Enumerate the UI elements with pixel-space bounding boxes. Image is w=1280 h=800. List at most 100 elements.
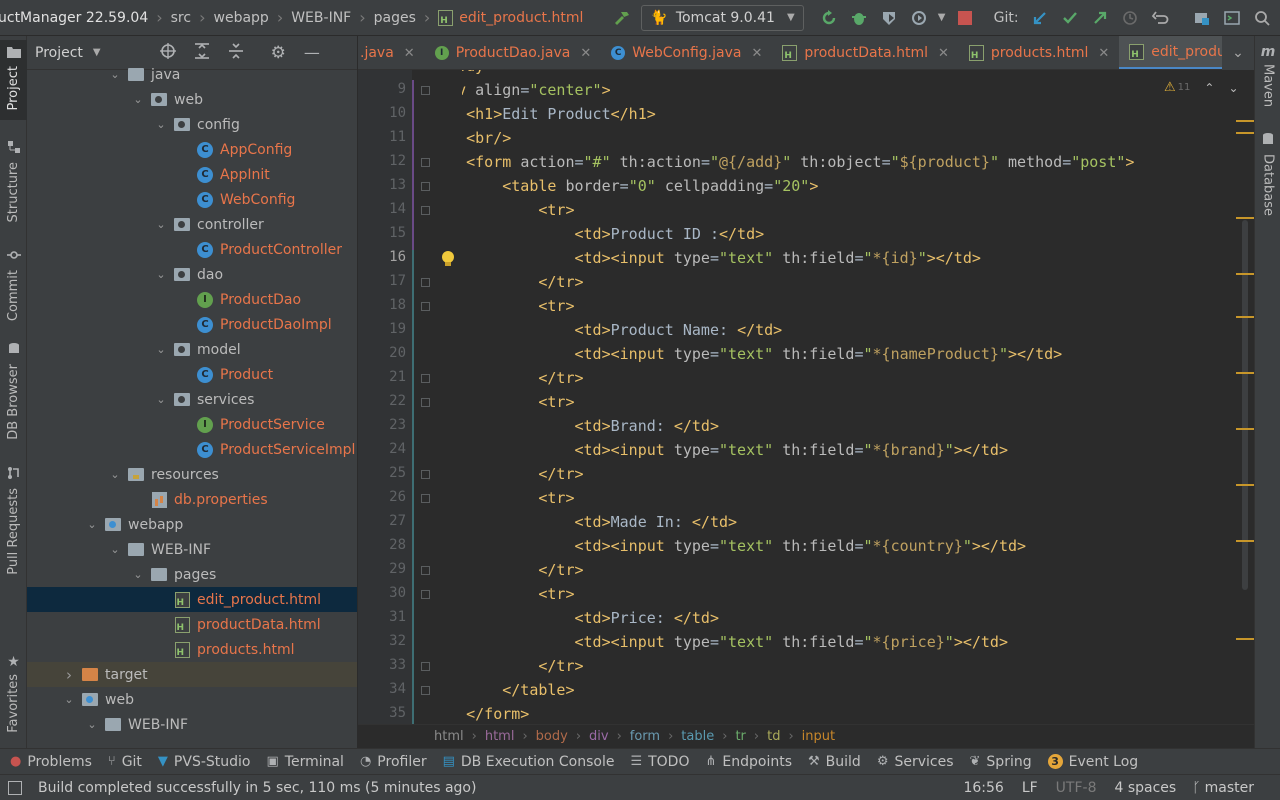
- tree-item[interactable]: ⌄ dao: [27, 262, 357, 287]
- breadcrumb-webapp[interactable]: webapp: [214, 10, 269, 26]
- chevron-down-icon[interactable]: ⌄: [154, 218, 168, 231]
- editor-tab[interactable]: HproductData.html ✕: [772, 36, 959, 69]
- chevron-down-icon[interactable]: ⌄: [85, 718, 99, 731]
- stripe-mark[interactable]: [1236, 132, 1254, 134]
- tool-window-button[interactable]: ⚙ Services: [867, 754, 960, 770]
- tree-item[interactable]: ⌄ webapp: [27, 512, 357, 537]
- fold-marker-icon[interactable]: [421, 302, 430, 311]
- tree-item[interactable]: I ProductService: [27, 412, 357, 437]
- fold-marker-icon[interactable]: [421, 206, 430, 215]
- editor-tab[interactable]: Hproducts.html ✕: [959, 36, 1119, 69]
- run-config-selector[interactable]: 🐈 Tomcat 9.0.41 ▼: [641, 4, 804, 31]
- hide-panel-icon[interactable]: —: [304, 43, 320, 62]
- chevron-down-icon[interactable]: ⌄: [154, 118, 168, 131]
- chevron-down-icon[interactable]: ⌄: [154, 343, 168, 356]
- git-commit-icon[interactable]: [1055, 3, 1085, 33]
- terminal-icon[interactable]: [1217, 3, 1247, 33]
- warning-indicator[interactable]: ⚠ 11 ⌃ ⌄: [1164, 80, 1239, 95]
- tree-item[interactable]: ⌄ web: [27, 87, 357, 112]
- tool-window-button[interactable]: ⑂ Git: [98, 754, 148, 770]
- stripe-mark[interactable]: [1236, 273, 1254, 275]
- tree-item[interactable]: I ProductDao: [27, 287, 357, 312]
- status-message[interactable]: Build completed successfully in 5 sec, 1…: [38, 780, 476, 796]
- fold-marker-icon[interactable]: [421, 566, 430, 575]
- fold-marker-icon[interactable]: [421, 278, 430, 287]
- chevron-down-icon[interactable]: ▼: [934, 3, 950, 33]
- chevron-up-icon[interactable]: ⌃: [1204, 81, 1214, 95]
- git-branch[interactable]: master: [1205, 780, 1254, 796]
- chevron-down-icon[interactable]: ⌄: [154, 393, 168, 406]
- close-icon[interactable]: ✕: [1098, 46, 1109, 61]
- close-icon[interactable]: ✕: [938, 46, 949, 61]
- tree-item[interactable]: ⌄ controller: [27, 212, 357, 237]
- fold-marker-icon[interactable]: [421, 86, 430, 95]
- debug-icon[interactable]: [844, 3, 874, 33]
- tree-item[interactable]: C ProductController: [27, 237, 357, 262]
- tree-item[interactable]: C ProductDaoImpl: [27, 312, 357, 337]
- fold-marker-icon[interactable]: [421, 158, 430, 167]
- tool-window-button[interactable]: ❦ Spring: [960, 754, 1038, 770]
- tag-breadcrumb-item[interactable]: html: [485, 729, 515, 744]
- tree-item[interactable]: C AppInit: [27, 162, 357, 187]
- gear-icon[interactable]: ⚙: [271, 43, 286, 63]
- tool-window-button[interactable]: ⚒ Build: [798, 754, 867, 770]
- indent-setting[interactable]: 4 spaces: [1114, 780, 1176, 796]
- tool-tab-commit[interactable]: Commit: [0, 244, 27, 321]
- stripe-mark[interactable]: [1236, 540, 1254, 542]
- fold-marker-icon[interactable]: [421, 662, 430, 671]
- fold-marker-icon[interactable]: [421, 590, 430, 599]
- file-encoding[interactable]: UTF-8: [1056, 780, 1097, 796]
- fold-marker-icon[interactable]: [421, 374, 430, 383]
- collapse-all-icon[interactable]: [227, 42, 245, 64]
- tree-item[interactable]: ⌄ resources: [27, 462, 357, 487]
- tool-tab-maven[interactable]: m Maven: [1255, 44, 1280, 107]
- tree-item[interactable]: C AppConfig: [27, 137, 357, 162]
- tool-tab-pull-requests[interactable]: Pull Requests: [0, 462, 27, 578]
- tree-item[interactable]: ⌄ WEB-INF: [27, 712, 357, 737]
- tree-item[interactable]: C WebConfig: [27, 187, 357, 212]
- tree-item[interactable]: ⌄ services: [27, 387, 357, 412]
- tag-breadcrumb-item[interactable]: body: [536, 729, 568, 744]
- rerun-icon[interactable]: [814, 3, 844, 33]
- tag-breadcrumb-item[interactable]: td: [767, 729, 780, 744]
- expand-all-icon[interactable]: [193, 42, 211, 64]
- tool-window-button[interactable]: ⋔ Endpoints: [695, 754, 798, 770]
- chevron-down-icon[interactable]: ⌄: [131, 568, 145, 581]
- stripe-mark[interactable]: [1236, 316, 1254, 318]
- tree-item[interactable]: ⌄ model: [27, 337, 357, 362]
- git-push-icon[interactable]: [1085, 3, 1115, 33]
- stripe-mark[interactable]: [1236, 120, 1254, 122]
- tool-tab-structure[interactable]: Structure: [0, 136, 27, 226]
- breadcrumb-current-file[interactable]: edit_product.html: [459, 10, 583, 26]
- tool-window-button[interactable]: ☰ TODO: [620, 754, 695, 770]
- close-icon[interactable]: ✕: [580, 46, 591, 61]
- stop-icon[interactable]: [950, 3, 980, 33]
- chevron-down-icon[interactable]: ⌄: [62, 693, 76, 706]
- search-icon[interactable]: [1247, 3, 1277, 33]
- fold-marker-icon[interactable]: [421, 494, 430, 503]
- tree-item[interactable]: C Product: [27, 362, 357, 387]
- tree-item[interactable]: › target: [27, 662, 357, 687]
- coverage-icon[interactable]: [874, 3, 904, 33]
- tag-breadcrumb-item[interactable]: table: [681, 729, 714, 744]
- chevron-down-icon[interactable]: ⌄: [85, 518, 99, 531]
- rollback-icon[interactable]: [1145, 3, 1175, 33]
- bulb-icon[interactable]: [440, 250, 458, 268]
- chevron-down-icon[interactable]: ⌄: [108, 68, 122, 81]
- fold-marker-icon[interactable]: [421, 398, 430, 407]
- tag-breadcrumb-item[interactable]: input: [802, 729, 835, 744]
- chevron-down-icon[interactable]: ▼: [93, 47, 101, 58]
- hammer-icon[interactable]: [607, 3, 637, 33]
- tree-item[interactable]: ⌄ pages: [27, 562, 357, 587]
- tree-item[interactable]: ⌄ web: [27, 687, 357, 712]
- stripe-mark[interactable]: [1236, 484, 1254, 486]
- line-separator[interactable]: LF: [1022, 780, 1038, 796]
- stripe-mark[interactable]: [1236, 638, 1254, 640]
- profile-icon[interactable]: [904, 3, 934, 33]
- tool-tab-db-browser[interactable]: DB Browser: [0, 338, 27, 442]
- tool-tab-project[interactable]: Project: [0, 40, 27, 120]
- stripe-mark[interactable]: [1236, 372, 1254, 374]
- chevron-down-icon[interactable]: ⌄: [131, 93, 145, 106]
- breadcrumb-project[interactable]: uctManager 22.59.04: [0, 10, 148, 26]
- tree-item[interactable]: ⌄ java: [27, 62, 357, 87]
